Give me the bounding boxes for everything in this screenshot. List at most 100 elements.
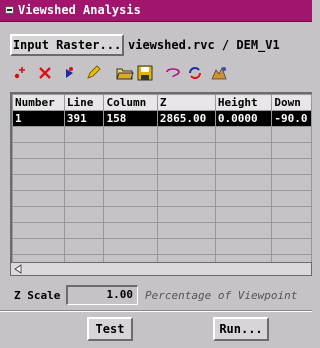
table-cell[interactable] (214, 126, 273, 143)
table-cell[interactable] (156, 126, 216, 143)
table-cell[interactable] (12, 174, 65, 191)
table-cell[interactable] (12, 158, 65, 175)
table-cell[interactable] (12, 126, 65, 143)
table-cell[interactable] (214, 238, 273, 255)
table-cell[interactable] (63, 126, 105, 143)
table-cell[interactable] (271, 222, 312, 239)
table-row[interactable] (12, 158, 312, 175)
select-arrow-icon[interactable] (58, 62, 80, 84)
window-menu-icon[interactable] (5, 6, 14, 14)
table-cell[interactable] (156, 142, 216, 159)
column-header[interactable]: Down (271, 94, 312, 111)
title-bar: Viewshed Analysis (0, 0, 312, 22)
column-header[interactable]: Height (214, 94, 273, 111)
scroll-left-icon[interactable] (13, 264, 23, 274)
window-title: Viewshed Analysis (18, 3, 141, 17)
table-row[interactable] (12, 142, 312, 159)
table-cell[interactable] (214, 254, 273, 262)
table-cell[interactable] (156, 174, 216, 191)
add-point-icon[interactable] (10, 62, 32, 84)
table-cell[interactable]: 391 (63, 110, 105, 127)
table-cell[interactable]: 2865.00 (156, 110, 216, 127)
input-raster-button[interactable]: Input Raster... (10, 34, 124, 56)
save-disk-icon[interactable] (134, 62, 156, 84)
table-row[interactable] (12, 174, 312, 191)
table-cell[interactable]: 1 (12, 110, 65, 127)
viewshed-icon[interactable] (208, 62, 230, 84)
table-cell[interactable] (63, 254, 105, 262)
table-cell[interactable] (63, 142, 105, 159)
table-cell[interactable] (63, 206, 105, 223)
table-cell[interactable] (103, 174, 158, 191)
table-cell[interactable] (214, 158, 273, 175)
table-cell[interactable] (156, 206, 216, 223)
column-header[interactable]: Number (12, 94, 65, 111)
z-scale-row: Z Scale 1.00 Percentage of Viewpoint (10, 284, 312, 306)
table-cell[interactable] (63, 238, 105, 255)
table-cell[interactable] (271, 126, 312, 143)
table-cell[interactable] (214, 222, 273, 239)
table-row[interactable] (12, 238, 312, 255)
table-row[interactable] (12, 126, 312, 143)
table-cell[interactable] (63, 190, 105, 207)
table-cell[interactable] (103, 254, 158, 262)
table-cell[interactable] (214, 206, 273, 223)
table-cell[interactable] (214, 174, 273, 191)
table-cell[interactable] (12, 254, 65, 262)
table-cell[interactable] (271, 254, 312, 262)
table-cell[interactable] (156, 254, 216, 262)
run-button[interactable]: Run... (213, 317, 269, 341)
table-cell[interactable] (103, 158, 158, 175)
table-cell[interactable]: 158 (103, 110, 158, 127)
table-cell[interactable] (12, 142, 65, 159)
table-cell[interactable] (271, 206, 312, 223)
table-cell[interactable] (103, 190, 158, 207)
table-cell[interactable] (271, 174, 312, 191)
edit-pencil-icon[interactable] (82, 62, 104, 84)
z-scale-description: Percentage of Viewpoint (145, 289, 298, 302)
table-cell[interactable] (271, 238, 312, 255)
table-row[interactable] (12, 254, 312, 262)
table-cell[interactable] (103, 206, 158, 223)
viewpoint-table[interactable]: Number Line Column Z Height Down 1 391 158 2865.… (10, 92, 312, 262)
table-cell[interactable] (271, 190, 312, 207)
table-cell[interactable] (156, 190, 216, 207)
table-cell[interactable] (214, 190, 273, 207)
table-row[interactable] (12, 206, 312, 223)
refresh-icon[interactable] (184, 62, 206, 84)
table-cell[interactable]: 0.0000 (214, 110, 273, 127)
table-cell[interactable] (103, 222, 158, 239)
table-cell[interactable] (63, 222, 105, 239)
table-cell[interactable] (156, 222, 216, 239)
table-cell[interactable] (103, 238, 158, 255)
lasso-icon[interactable] (162, 62, 184, 84)
table-cell[interactable] (12, 206, 65, 223)
table-cell[interactable]: -90.0 (271, 110, 312, 127)
z-scale-label: Z Scale (14, 289, 61, 302)
table-cell[interactable] (103, 126, 158, 143)
table-cell[interactable] (12, 222, 65, 239)
z-scale-input[interactable]: 1.00 (66, 285, 138, 305)
open-folder-icon[interactable] (114, 62, 136, 84)
column-header[interactable]: Z (156, 94, 216, 111)
horizontal-scrollbar[interactable] (10, 262, 312, 276)
test-button[interactable]: Test (87, 317, 133, 341)
table-cell[interactable] (12, 238, 65, 255)
delete-icon[interactable] (34, 62, 56, 84)
table-cell[interactable] (63, 174, 105, 191)
table-row[interactable]: 1 391 158 2865.00 0.0000 -90.0 (12, 110, 312, 127)
table-cell[interactable] (214, 142, 273, 159)
table-cell[interactable] (271, 158, 312, 175)
toolbar (10, 62, 312, 86)
divider (0, 310, 312, 312)
table-row[interactable] (12, 222, 312, 239)
table-cell[interactable] (156, 238, 216, 255)
table-cell[interactable] (271, 142, 312, 159)
column-header[interactable]: Line (63, 94, 105, 111)
column-header[interactable]: Column (103, 94, 158, 111)
table-row[interactable] (12, 190, 312, 207)
table-cell[interactable] (12, 190, 65, 207)
table-cell[interactable] (103, 142, 158, 159)
table-cell[interactable] (156, 158, 216, 175)
table-cell[interactable] (63, 158, 105, 175)
